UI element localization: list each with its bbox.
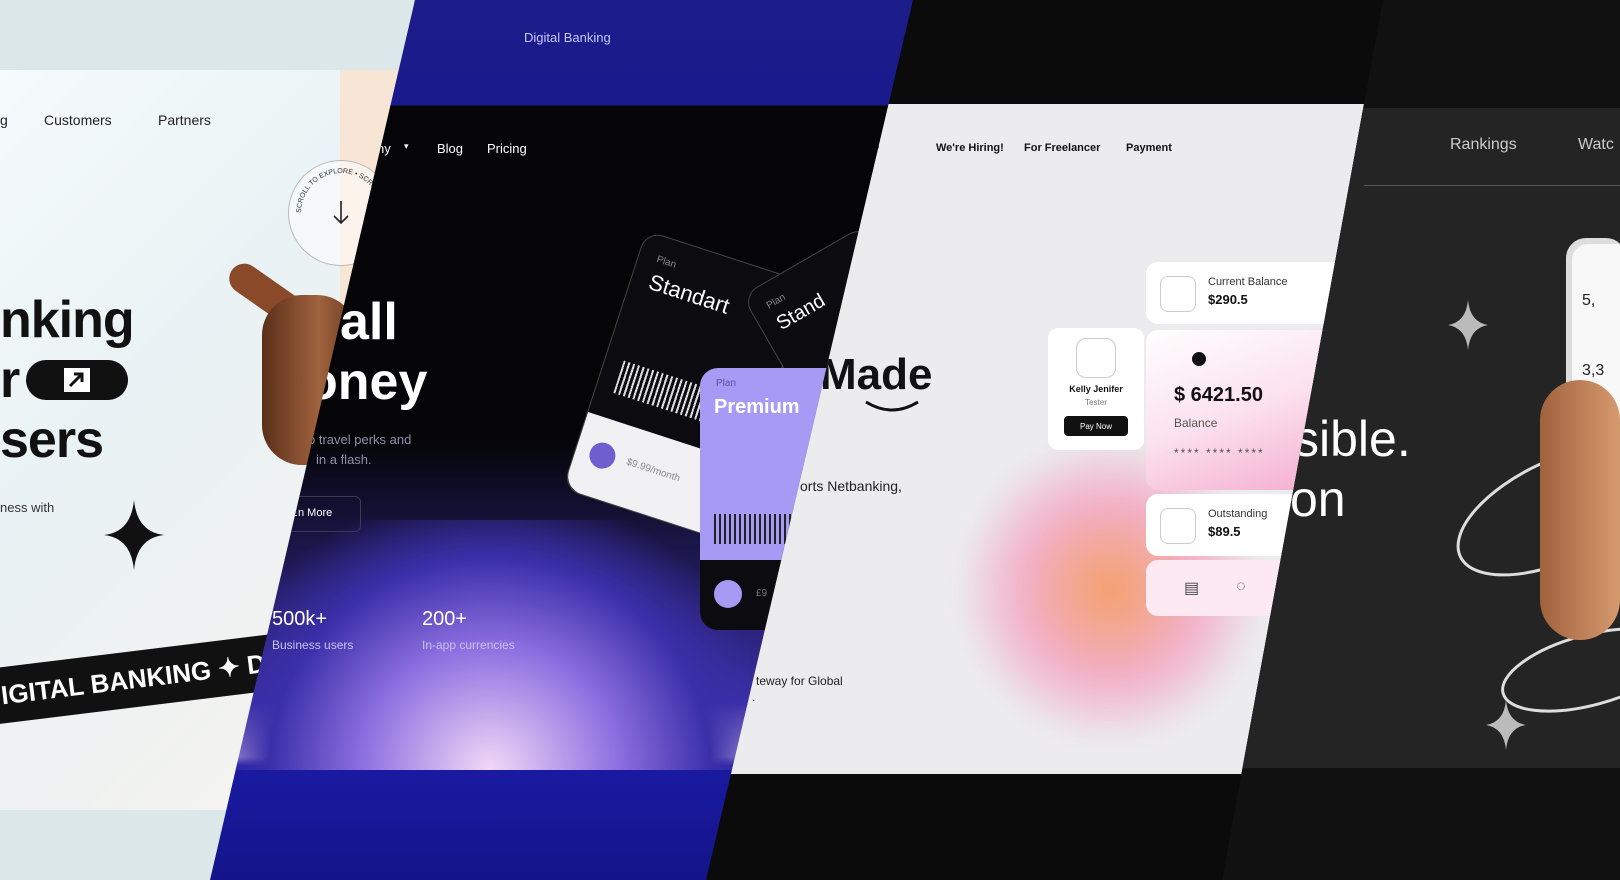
nav-customers[interactable]: Customers [44,112,112,128]
stat-value-0: 500k+ [272,608,328,630]
coin-icon [586,439,619,472]
hero-subtext: ness with [0,500,55,515]
nav-blog[interactable]: Blog [437,141,463,156]
hero-line-2: on [1290,471,1346,527]
avatar [1076,338,1116,378]
chat-icon[interactable]: ◌ [1236,578,1246,596]
learn-more-label: n More [298,507,333,519]
sparkle-icon [1448,300,1488,350]
masked-card-number: **** **** **** [1174,446,1265,460]
hero-word: Made [820,350,933,399]
profile-card[interactable]: Kelly Jenifer Tester Pay Now [1048,328,1144,450]
current-balance-card[interactable]: Current Balance $290.5 [1146,262,1346,324]
hand-illustration [1540,380,1620,640]
nav-rankings[interactable]: Rankings [1450,136,1517,154]
arrow-down-icon [333,201,349,225]
nav-payment[interactable]: Payment [1126,142,1172,154]
current-balance-amount: $290.5 [1208,292,1248,307]
hero-subtext-2: in a flash. [316,452,372,467]
profile-name: Kelly Jenifer [1069,384,1123,394]
hero-line-2-prefix: r [0,351,20,409]
outstanding-amount: $89.5 [1208,524,1241,539]
hero-line-1: all [340,293,398,351]
hero-subtext-1: o travel perks and [308,432,412,447]
balance-amount: $ 6421.50 [1174,384,1263,406]
footer-text-1: teway for Global [756,674,843,688]
sparkle-icon [104,500,164,570]
wallet-icon[interactable]: ▤ [1184,578,1199,598]
hero-line-1: nking [0,291,135,349]
footer-text-2: . [752,690,756,704]
nav-partners[interactable]: Partners [158,112,211,128]
wallet-icon [1160,276,1196,312]
nav-freelancer[interactable]: For Freelancer [1024,142,1100,154]
hero-subtext: orts Netbanking, [800,478,902,494]
hero-line-3: sers [0,411,104,469]
hero-line-1: sible. [1294,411,1411,467]
plan-label: Plan [655,254,678,271]
nav-pricing[interactable]: Pricing [487,141,527,156]
pay-now-label: Pay Now [1079,422,1112,431]
coin-icon [714,580,742,608]
nav-divider [1364,185,1620,186]
plan-price: $9.99/month [624,456,682,485]
stat-label-1: In-app currencies [422,638,515,652]
toggle-icon[interactable] [1192,352,1206,366]
plan-name: Standart [645,269,733,319]
balance-label: Balance [1174,416,1218,430]
nav-watch-partial[interactable]: Watc [1578,136,1614,154]
stat-label-0: Business users [272,638,354,652]
hand-coin-icon [1160,508,1196,544]
outstanding-label: Outstanding [1208,508,1268,520]
phone-value-2: 3,3 [1582,362,1605,379]
plan-name: Premium [714,396,800,418]
phone-value-1: 5, [1582,292,1596,309]
pay-now-button[interactable]: Pay Now [1064,416,1128,436]
current-balance-label: Current Balance [1208,276,1288,288]
nav-hiring[interactable]: We're Hiring! [936,142,1004,154]
plan-label: Plan [716,378,737,389]
plan-price: £9 [756,588,768,599]
top-label: Digital Banking [524,30,611,45]
stat-value-1: 200+ [422,608,468,630]
arrow-up-right-icon [64,368,90,392]
nav-item-partial[interactable]: g [0,112,8,128]
chevron-down-icon[interactable]: ▾ [404,141,409,152]
arrow-pill-button[interactable] [26,360,128,400]
smile-underline-icon [865,400,919,412]
profile-role: Tester [1085,398,1107,407]
